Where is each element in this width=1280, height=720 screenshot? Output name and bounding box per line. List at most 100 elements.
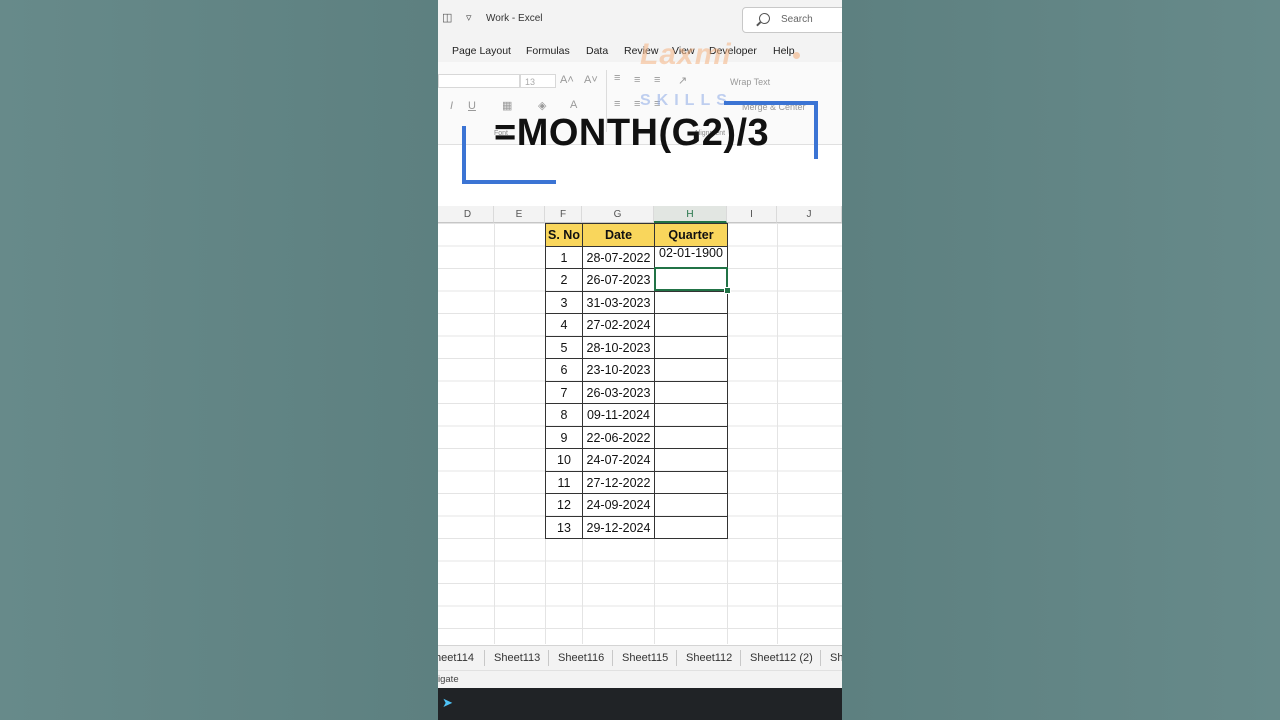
bracket-right-vertical — [814, 101, 818, 159]
sheet-tab[interactable]: Sh — [830, 652, 842, 664]
table-cell-sno[interactable]: 2 — [545, 268, 583, 292]
borders-icon[interactable]: ▦ — [502, 99, 512, 112]
tab-separator — [740, 650, 741, 666]
table-cell-quarter[interactable] — [654, 290, 728, 314]
sheet-tab[interactable]: Sheet112 — [686, 652, 732, 664]
tab-separator — [484, 650, 485, 666]
table-cell-quarter[interactable] — [654, 470, 728, 494]
table-cell-date[interactable]: 22-06-2022 — [582, 425, 655, 449]
table-cell-date[interactable]: 24-09-2024 — [582, 493, 655, 517]
table-cell-sno[interactable]: 8 — [545, 403, 583, 427]
fill-color-icon[interactable]: ◈ — [538, 99, 546, 112]
tab-separator — [548, 650, 549, 666]
font-size-select[interactable]: 13 — [520, 74, 556, 88]
menu-help[interactable]: Help — [773, 45, 795, 57]
column-header-i[interactable]: I — [727, 206, 777, 223]
tab-separator — [612, 650, 613, 666]
table-cell-sno[interactable]: 5 — [545, 335, 583, 359]
terminal-app-icon[interactable]: ➤ — [442, 696, 454, 710]
sheet-tab[interactable]: Sheet113 — [494, 652, 540, 664]
table-cell-sno[interactable]: 12 — [545, 493, 583, 517]
column-header-j[interactable]: J — [777, 206, 842, 223]
align-top-icon[interactable]: ≡ — [614, 72, 620, 84]
table-cell-sno[interactable]: 4 — [545, 313, 583, 337]
table-cell-quarter[interactable] — [654, 313, 728, 337]
table-cell-quarter[interactable] — [654, 448, 728, 472]
table-header-quarter[interactable]: Quarter — [654, 223, 728, 247]
table-cell-date[interactable]: 31-03-2023 — [582, 290, 655, 314]
table-cell-date[interactable]: 28-10-2023 — [582, 335, 655, 359]
increase-font-icon[interactable]: A˄ — [560, 74, 574, 86]
table-cell-date[interactable]: 23-10-2023 — [582, 358, 655, 382]
table-cell-quarter[interactable] — [654, 425, 728, 449]
sheet-tab[interactable]: Sheet112 (2) — [750, 652, 813, 664]
status-text: igate — [438, 674, 459, 685]
table-header-date[interactable]: Date — [582, 223, 655, 247]
table-cell-quarter[interactable] — [654, 335, 728, 359]
formula-overlay-text: =MONTH(G2)/3 — [494, 112, 770, 154]
sheet-tab[interactable]: Sheet115 — [622, 652, 668, 664]
decrease-font-icon[interactable]: A˅ — [584, 74, 598, 86]
table-header-sno[interactable]: S. No — [545, 223, 583, 247]
table-cell-quarter[interactable] — [654, 358, 728, 382]
bracket-left-vertical — [462, 126, 466, 184]
align-bottom-icon[interactable]: ≡ — [654, 74, 660, 86]
table-cell-sno[interactable]: 10 — [545, 448, 583, 472]
table-cell-quarter[interactable] — [654, 403, 728, 427]
camera-icon[interactable]: ◫ — [442, 12, 456, 24]
search-box[interactable]: Search — [742, 7, 842, 33]
underline-icon[interactable]: U — [468, 100, 476, 112]
column-header-e[interactable]: E — [494, 206, 545, 223]
table-cell-date[interactable]: 28-07-2022 — [582, 245, 655, 269]
watermark-logo-text: Laxmi — [640, 38, 732, 71]
wrap-text-button[interactable]: Wrap Text — [730, 77, 770, 87]
table-cell-quarter[interactable] — [654, 515, 728, 539]
watermark-dot — [793, 52, 800, 59]
menu-data[interactable]: Data — [586, 45, 608, 57]
table-cell-sno[interactable]: 1 — [545, 245, 583, 269]
column-header-f[interactable]: F — [545, 206, 582, 223]
italic-icon[interactable]: I — [450, 100, 453, 112]
table-cell-date[interactable]: 26-03-2023 — [582, 380, 655, 404]
table-cell-sno[interactable]: 6 — [545, 358, 583, 382]
table-cell-date[interactable]: 27-12-2022 — [582, 470, 655, 494]
column-header-d[interactable]: D — [438, 206, 494, 223]
search-icon — [759, 13, 770, 24]
table-cell-date[interactable]: 09-11-2024 — [582, 403, 655, 427]
table-cell-quarter[interactable]: 02-01-1900 — [654, 245, 728, 269]
font-color-icon[interactable]: A — [570, 99, 577, 111]
table-cell-sno[interactable]: 7 — [545, 380, 583, 404]
excel-window: ◫ ▿ Work - Excel Search Page Layout Form… — [438, 0, 842, 720]
sheet-tab[interactable]: heet114 — [438, 652, 474, 664]
table-cell-date[interactable]: 26-07-2023 — [582, 268, 655, 292]
menu-page-layout[interactable]: Page Layout — [452, 45, 511, 57]
table-cell-quarter[interactable] — [654, 493, 728, 517]
bracket-left-horizontal — [462, 180, 556, 184]
table-cell-sno[interactable]: 9 — [545, 425, 583, 449]
tab-separator — [676, 650, 677, 666]
table-cell-sno[interactable]: 3 — [545, 290, 583, 314]
align-middle-icon[interactable]: ≡ — [634, 74, 640, 86]
quick-access-dropdown-icon[interactable]: ▿ — [466, 12, 480, 24]
window-title: Work - Excel — [486, 13, 543, 24]
orientation-icon[interactable]: ↗ — [678, 74, 687, 87]
table-cell-quarter[interactable] — [654, 380, 728, 404]
align-left-icon[interactable]: ≡ — [614, 98, 620, 110]
table-cell-date[interactable]: 24-07-2024 — [582, 448, 655, 472]
status-bar: igate — [438, 670, 842, 689]
background-left — [0, 0, 438, 720]
background-right — [842, 0, 1280, 720]
title-bar: ◫ ▿ Work - Excel Search — [438, 0, 842, 38]
table-cell-date[interactable]: 29-12-2024 — [582, 515, 655, 539]
menu-formulas[interactable]: Formulas — [526, 45, 570, 57]
table-cell-sno[interactable]: 11 — [545, 470, 583, 494]
column-header-h[interactable]: H — [654, 206, 727, 223]
selected-cell-outline[interactable] — [654, 267, 728, 291]
sheet-tabs-bar: heet114 Sheet113 Sheet116 Sheet115 Sheet… — [438, 645, 842, 671]
table-cell-date[interactable]: 27-02-2024 — [582, 313, 655, 337]
column-header-g[interactable]: G — [582, 206, 654, 223]
font-name-select[interactable] — [438, 74, 520, 88]
sheet-tab[interactable]: Sheet116 — [558, 652, 604, 664]
fill-handle[interactable] — [724, 287, 731, 294]
table-cell-sno[interactable]: 13 — [545, 515, 583, 539]
